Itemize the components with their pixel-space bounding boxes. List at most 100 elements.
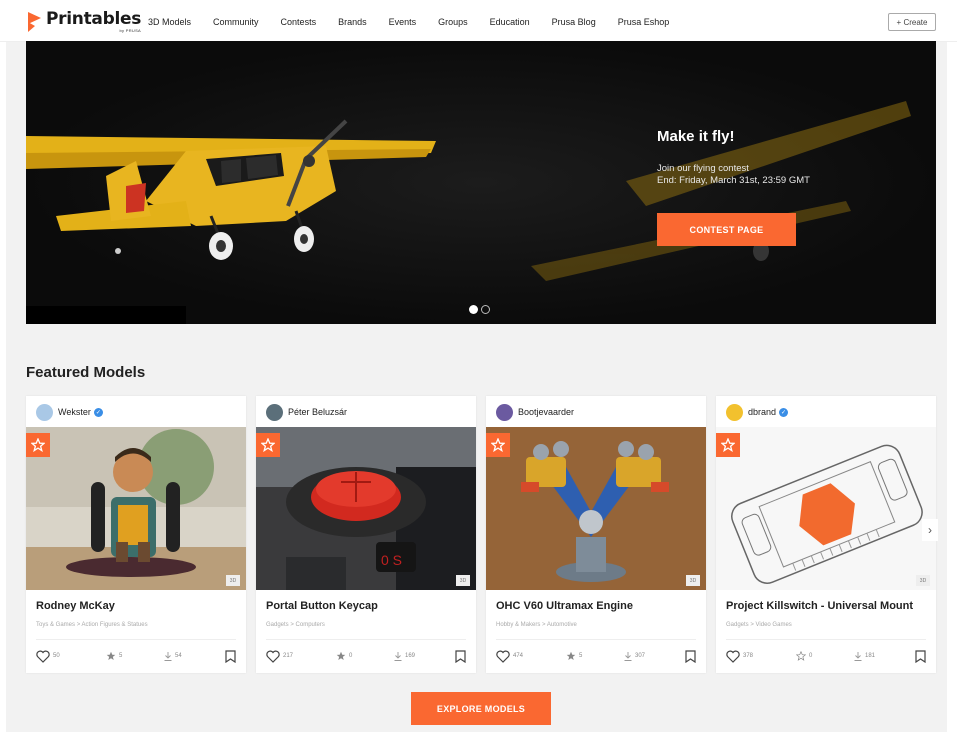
makes-stat: 0 bbox=[336, 651, 394, 661]
category[interactable]: Hobby & Makers bbox=[496, 622, 540, 628]
contest-page-button[interactable]: CONTEST PAGE bbox=[657, 213, 796, 246]
star-outline-icon bbox=[796, 651, 806, 661]
category[interactable]: Gadgets bbox=[266, 622, 289, 628]
nav-events[interactable]: Events bbox=[389, 17, 417, 27]
3d-badge: 3D bbox=[226, 575, 240, 586]
nav-groups[interactable]: Groups bbox=[438, 17, 468, 27]
makes-stat: 0 bbox=[796, 651, 854, 661]
nav-education[interactable]: Education bbox=[490, 17, 530, 27]
nav-contests[interactable]: Contests bbox=[281, 17, 317, 27]
download-icon bbox=[394, 651, 402, 661]
model-title[interactable]: Project Killswitch - Universal Mount bbox=[726, 600, 913, 612]
nav-brands[interactable]: Brands bbox=[338, 17, 367, 27]
featured-models-heading: Featured Models bbox=[26, 364, 146, 381]
heart-icon bbox=[496, 650, 510, 663]
create-button[interactable]: + Create bbox=[888, 13, 936, 31]
model-categories: Gadgets > Computers bbox=[266, 622, 325, 628]
subcategory[interactable]: Computers bbox=[296, 622, 325, 628]
downloads-stat: 307 bbox=[624, 651, 679, 661]
model-title[interactable]: Rodney McKay bbox=[36, 600, 115, 612]
killswitch-image bbox=[716, 427, 936, 590]
model-image[interactable]: 3D bbox=[26, 427, 246, 590]
model-stats: 474 5 307 bbox=[496, 648, 696, 664]
model-image[interactable]: 0 S 3D bbox=[256, 427, 476, 590]
makes-count: 5 bbox=[579, 653, 583, 659]
top-header: Printables by PRUSA 3D Models Community … bbox=[0, 0, 957, 42]
category[interactable]: Gadgets bbox=[726, 622, 749, 628]
nav-3d-models[interactable]: 3D Models bbox=[148, 17, 191, 27]
engine-image bbox=[486, 427, 706, 590]
author-name: Wekster bbox=[58, 407, 91, 417]
likes-count: 474 bbox=[513, 653, 524, 659]
svg-text:0 S: 0 S bbox=[381, 552, 402, 568]
heart-icon bbox=[266, 650, 280, 663]
featured-star-icon bbox=[26, 433, 50, 457]
makes-count: 0 bbox=[809, 653, 813, 659]
carousel-dot-1[interactable] bbox=[469, 305, 478, 314]
model-card[interactable]: dbrand ✓ 3D Project Killswitch - Univers… bbox=[716, 396, 936, 673]
explore-models-button[interactable]: EXPLORE MODELS bbox=[411, 692, 551, 725]
verified-icon: ✓ bbox=[93, 407, 103, 417]
model-categories: Hobby & Makers > Automotive bbox=[496, 622, 577, 628]
model-card[interactable]: Bootjevaarder 3D OHC V60 Ultramax Engine… bbox=[486, 396, 706, 673]
model-image[interactable]: 3D bbox=[486, 427, 706, 590]
subcategory[interactable]: Video Games bbox=[756, 622, 792, 628]
bookmark-icon[interactable] bbox=[225, 649, 236, 663]
featured-star-icon bbox=[716, 433, 740, 457]
subcategory[interactable]: Action Figures & Statues bbox=[82, 622, 148, 628]
bookmark-icon[interactable] bbox=[685, 649, 696, 663]
3d-badge: 3D bbox=[916, 575, 930, 586]
printables-logo[interactable]: Printables by PRUSA bbox=[26, 11, 141, 33]
download-icon bbox=[854, 651, 862, 661]
download-icon bbox=[164, 651, 172, 661]
model-card[interactable]: Wekster ✓ 3D Rodney McKay Toys & Games >… bbox=[26, 396, 246, 673]
divider bbox=[726, 639, 926, 640]
star-icon bbox=[106, 651, 116, 660]
avatar bbox=[726, 403, 743, 421]
like-button[interactable]: 50 bbox=[36, 650, 106, 663]
3d-badge: 3D bbox=[686, 575, 700, 586]
downloads-stat: 181 bbox=[854, 651, 909, 661]
bookmark-icon[interactable] bbox=[915, 649, 926, 663]
model-card[interactable]: Péter Beluzsár 0 S 3D Portal Button Keyc… bbox=[256, 396, 476, 673]
like-button[interactable]: 217 bbox=[266, 650, 336, 663]
nav-prusa-eshop[interactable]: Prusa Eshop bbox=[618, 17, 670, 27]
divider bbox=[496, 639, 696, 640]
card-author[interactable]: dbrand ✓ bbox=[726, 403, 789, 421]
subcategory[interactable]: Automotive bbox=[547, 622, 577, 628]
author-name: Bootjevaarder bbox=[518, 407, 575, 417]
bookmark-icon[interactable] bbox=[455, 649, 466, 663]
model-categories: Gadgets > Video Games bbox=[726, 622, 792, 628]
likes-count: 378 bbox=[743, 653, 754, 659]
nav-community[interactable]: Community bbox=[213, 17, 259, 27]
downloads-count: 54 bbox=[175, 653, 182, 659]
like-button[interactable]: 378 bbox=[726, 650, 796, 663]
hero-banner[interactable]: Make it fly! Join our flying contest End… bbox=[26, 41, 936, 324]
hero-line-1: Join our flying contest bbox=[657, 163, 749, 174]
downloads-count: 181 bbox=[865, 653, 876, 659]
carousel-next-button[interactable]: › bbox=[922, 519, 938, 541]
model-title[interactable]: Portal Button Keycap bbox=[266, 600, 378, 612]
star-icon bbox=[336, 651, 346, 660]
carousel-dots bbox=[469, 305, 493, 314]
main-nav: 3D Models Community Contests Brands Even… bbox=[148, 17, 691, 27]
makes-stat: 5 bbox=[566, 651, 624, 661]
nav-prusa-blog[interactable]: Prusa Blog bbox=[552, 17, 596, 27]
card-author[interactable]: Bootjevaarder bbox=[496, 403, 574, 421]
model-image[interactable]: 3D bbox=[716, 427, 936, 590]
avatar bbox=[36, 403, 53, 421]
card-author[interactable]: Wekster ✓ bbox=[36, 403, 103, 421]
likes-count: 217 bbox=[283, 653, 294, 659]
verified-icon: ✓ bbox=[779, 407, 789, 417]
figure-image bbox=[26, 427, 246, 590]
heart-icon bbox=[726, 650, 740, 663]
model-categories: Toys & Games > Action Figures & Statues bbox=[36, 622, 148, 628]
model-title[interactable]: OHC V60 Ultramax Engine bbox=[496, 600, 633, 612]
category[interactable]: Toys & Games bbox=[36, 622, 75, 628]
author-name: Péter Beluzsár bbox=[288, 407, 348, 417]
downloads-stat: 169 bbox=[394, 651, 449, 661]
card-author[interactable]: Péter Beluzsár bbox=[266, 403, 347, 421]
like-button[interactable]: 474 bbox=[496, 650, 566, 663]
carousel-dot-2[interactable] bbox=[481, 305, 490, 314]
star-icon bbox=[566, 651, 576, 660]
